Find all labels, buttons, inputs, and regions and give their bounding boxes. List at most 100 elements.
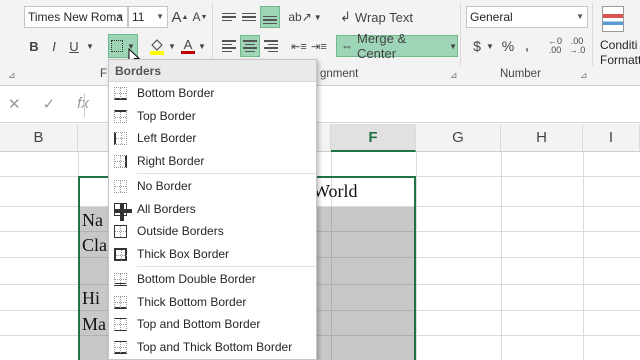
menu-item-right-border[interactable]: Right Border [109,150,316,173]
menu-item-label: Top and Thick Bottom Border [137,339,293,354]
grow-font-button[interactable]: A ▲ [171,6,189,28]
wrap-text-icon: ↲ [340,9,351,24]
divider [460,4,461,66]
top-align-icon [222,12,236,22]
conditional-formatting-button[interactable]: Conditi Formatti [598,4,640,84]
cell-title[interactable]: World [313,181,358,202]
font-size-combo[interactable]: 11 ▼ [128,6,168,28]
chevron-down-icon: ▼ [486,41,494,51]
font-color-swatch [181,51,195,54]
number-format-combo[interactable]: General ▼ [466,6,588,28]
font-color-dropdown[interactable]: ▼ [197,35,207,57]
underline-dropdown[interactable]: ▼ [84,35,96,57]
menu-item-bottom-double-border[interactable]: Bottom Double Border [109,268,316,291]
merge-center-button[interactable]: ⇔ Merge & Center ▼ [336,31,458,61]
align-right-button[interactable] [262,35,280,57]
bottom-align-icon [263,15,277,25]
menu-item-bottom-border[interactable]: Bottom Border [109,82,316,105]
column-header-f[interactable]: F [331,124,416,152]
comma-button[interactable]: , [522,35,532,57]
bold-button[interactable]: B [26,35,42,57]
formula-bar: ✕ ✓ fx [0,87,640,123]
column-header-label: G [452,129,464,146]
right-border-icon [114,154,127,168]
grow-font-icon: A [171,8,182,26]
paint-bucket-icon [150,39,164,55]
menu-item-label: Right Border [137,153,205,168]
align-center-button[interactable] [240,35,260,57]
currency-button[interactable]: $ [470,35,484,57]
conditional-formatting-icon [602,6,624,32]
menu-item-left-border[interactable]: Left Border [109,127,316,150]
column-header-label: I [608,129,614,146]
all-borders-icon [114,202,132,221]
font-name-combo[interactable]: Times New Roma ▼ [24,6,128,28]
menu-item-top-border[interactable]: Top Border [109,105,316,128]
cancel-icon[interactable]: ✕ [8,95,21,113]
top-border-icon [114,109,127,123]
underline-button[interactable]: U [66,35,82,57]
dialog-launcher-icon[interactable]: ⊿ [580,70,588,81]
menu-item-label: No Border [137,179,192,194]
decrease-decimal-button[interactable]: .00 →.0 [568,35,586,57]
borders-dropdown-menu: Borders Bottom Border Top Border Left Bo… [108,59,317,360]
function-icon[interactable]: fx [77,95,89,113]
increase-decimal-button[interactable]: ←0.00 [546,35,564,57]
chevron-down-icon: ▼ [198,41,206,51]
align-center-icon [243,40,257,52]
increase-indent-button[interactable]: ⇥≡ [310,35,328,57]
underline-icon: U [69,38,79,54]
column-header-i[interactable]: I [583,124,640,152]
currency-dropdown[interactable]: ▼ [485,35,495,57]
shrink-font-icon: A [192,10,201,24]
menu-item-label: Thick Bottom Border [137,294,247,309]
number-format-value: General [470,10,513,24]
fill-color-dropdown[interactable]: ▼ [167,35,177,57]
align-left-button[interactable] [220,35,238,57]
wrap-text-label: Wrap Text [354,9,413,25]
menu-item-outside-borders[interactable]: Outside Borders [109,220,316,243]
cell-row-label[interactable]: Hi [82,288,100,309]
font-name-value: Times New Roma [28,10,123,24]
menu-item-no-border[interactable]: No Border [109,175,316,198]
middle-align-button[interactable] [240,6,258,28]
menu-item-thick-bottom-border[interactable]: Thick Bottom Border [109,291,316,314]
menu-item-label: All Borders [137,201,196,216]
menu-item-top-and-bottom-border[interactable]: Top and Bottom Border [109,313,316,336]
bottom-border-icon [114,87,127,100]
wrap-text-button[interactable]: ↲ Wrap Text [340,6,416,28]
column-header-g[interactable]: G [416,124,501,152]
dialog-launcher-icon[interactable]: ⊿ [450,70,458,81]
divider [592,4,593,66]
menu-item-top-and-thick-bottom-border[interactable]: Top and Thick Bottom Border [109,336,316,359]
menu-item-all-borders[interactable]: All Borders [109,198,316,221]
percent-button[interactable]: % [500,35,516,57]
increase-decimal-icon: ←0.00 [547,36,562,55]
column-header-h[interactable]: H [501,124,583,152]
chevron-down-icon: ▼ [116,12,124,21]
divider [212,4,213,66]
dialog-launcher-icon[interactable]: ⊿ [8,70,16,81]
chevron-down-icon: ▼ [313,12,322,22]
alignment-group-label: gnment [320,68,359,80]
column-header-b[interactable]: B [0,124,78,152]
enter-icon[interactable]: ✓ [43,95,56,113]
column-header-label: F [368,128,378,146]
increase-indent-icon: ⇥≡ [311,40,327,53]
bottom-align-button[interactable] [260,6,280,28]
cell-row-label[interactable]: Na [82,210,103,231]
cell-row-label[interactable]: Ma [82,314,106,335]
top-align-button[interactable] [220,6,238,28]
chevron-down-icon: ▼ [449,41,457,51]
orientation-icon: ab↗ [288,10,312,24]
italic-button[interactable]: I [46,35,62,57]
fill-color-button[interactable] [148,35,166,57]
shrink-font-button[interactable]: A ▼ [192,6,208,28]
decrease-indent-button[interactable]: ⇤≡ [290,35,308,57]
font-color-button[interactable]: A [180,35,196,57]
cell-row-label[interactable]: Cla [82,235,107,256]
menu-item-thick-box-border[interactable]: Thick Box Border [109,243,316,266]
ribbon-home: Times New Roma ▼ 11 ▼ A ▲ A ▼ B I U ▼ ▼ ▼ … [0,0,640,86]
orientation-button[interactable]: ab↗ ▼ [288,6,322,28]
merge-center-icon: ⇔ [341,39,353,53]
